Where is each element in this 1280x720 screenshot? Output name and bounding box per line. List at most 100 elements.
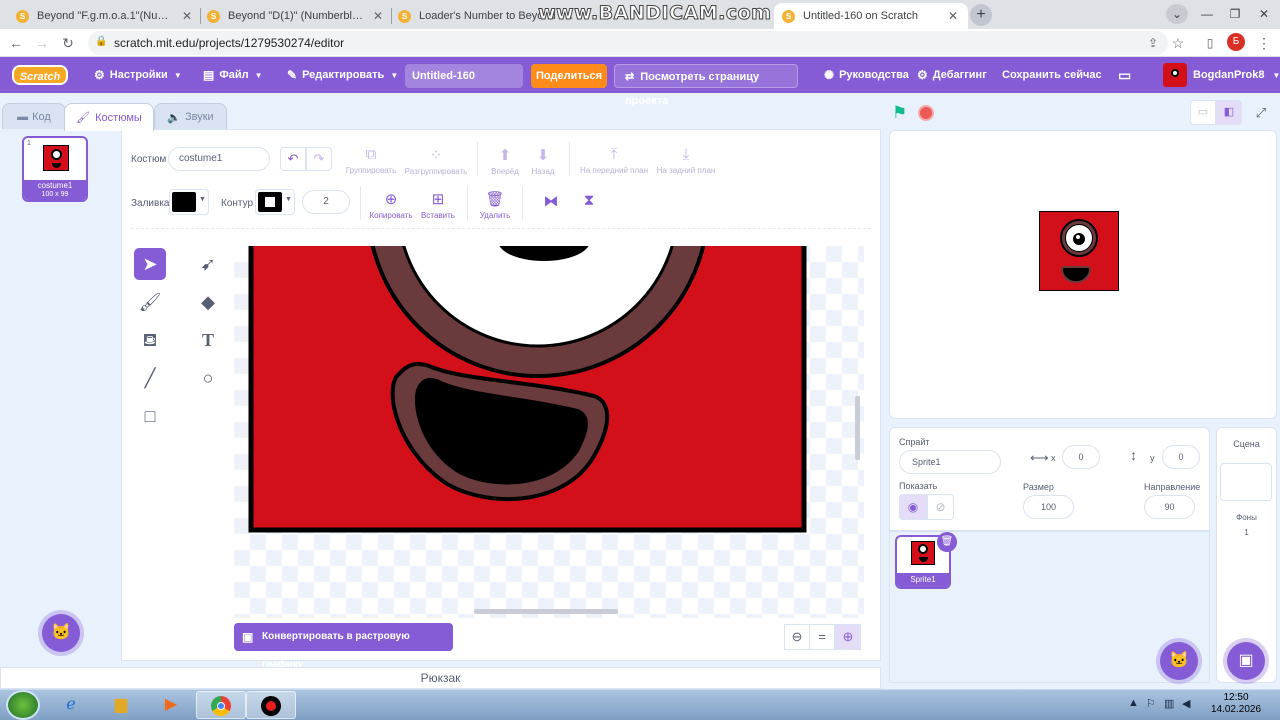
stage-sprite[interactable] [1039,211,1119,291]
send-to-back-button[interactable]: ⤓ На задний план [654,146,718,175]
edit-menu[interactable]: ✎ Редактировать ▼ [287,57,398,93]
chrome-icon[interactable] [196,691,246,719]
back-icon[interactable]: ← [6,33,26,53]
circle-tool[interactable]: ○ [192,362,224,394]
horizontal-scrollbar[interactable] [474,609,618,614]
outline-width-input[interactable]: 2 [302,190,350,214]
ungroup-button[interactable]: ⁘ Разгруппировать [402,146,470,176]
scratch-logo[interactable]: Scratch [12,65,68,85]
media-player-icon[interactable]: ▶ [146,691,196,719]
side-panel-icon[interactable]: ▯ [1200,33,1220,53]
account-menu[interactable]: BogdanProk8 ▼ [1163,57,1280,93]
bookmark-star-icon[interactable]: ☆ [1168,33,1188,53]
fill-tool[interactable]: ⛾ [134,324,166,356]
internet-explorer-icon[interactable]: ℯ [46,691,96,719]
taskbar-clock[interactable]: 12:50 14.02.2026 [1208,692,1264,716]
tab-search-icon[interactable]: ⌄ [1166,4,1188,24]
debugging-menu[interactable]: ⚙ Дебаггинг [917,57,987,93]
zoom-reset-button[interactable]: = [809,624,835,650]
tray-flag-icon[interactable]: ⚐ [1146,697,1156,710]
settings-menu[interactable]: ⚙ Настройки ▼ [94,57,182,93]
share-page-icon[interactable]: ⇪ [1143,33,1163,53]
green-flag-icon[interactable]: ⚑ [892,103,907,123]
sprite-name-input[interactable]: Sprite1 [899,450,1001,474]
zoom-in-button[interactable]: ⊕ [835,624,861,650]
choose-costume-button[interactable]: 🐱 [42,614,80,652]
paste-button[interactable]: ⊞ Вставить [416,190,460,220]
share-button[interactable]: Поделиться [531,64,607,88]
text-tool[interactable]: T [192,324,224,356]
save-now-link[interactable]: Сохранить сейчас [1002,57,1102,93]
select-tool[interactable]: ➤ [134,248,166,280]
flip-horizontal-button[interactable]: ⧓ [538,192,564,213]
copy-button[interactable]: ⊕ Копировать [366,190,416,220]
profile-avatar[interactable]: Б [1227,33,1245,51]
outline-color-picker[interactable]: ▼ [255,189,295,215]
tutorials-menu[interactable]: ✺ Руководства [824,57,909,93]
tray-volume-icon[interactable]: ◀ [1182,697,1190,710]
see-project-page-button[interactable]: ⇄ Посмотреть страницу проекта [614,64,798,107]
stage[interactable] [889,130,1277,419]
undo-button[interactable]: ↶ [280,147,306,171]
line-tool[interactable]: ╱ [134,362,166,394]
zoom-out-button[interactable]: ⊖ [784,624,810,650]
backpack-bar[interactable]: Рюкзак [0,667,881,689]
convert-to-bitmap-button[interactable]: ▣ Конвертировать в растровую графику [234,623,453,670]
flip-vertical-button[interactable]: ⧗ [576,192,602,212]
fill-color-picker[interactable]: ▼ [169,189,209,215]
size-input[interactable]: 100 [1023,495,1074,519]
new-tab-button[interactable]: + [970,4,992,26]
redo-button[interactable]: ↷ [306,147,332,171]
costume-tile[interactable]: 1 costume1 100 x 99 [22,136,88,202]
windows-start-button[interactable] [6,690,40,720]
tab-code[interactable]: ▬ Код [2,103,66,130]
eraser-tool[interactable]: ◆ [192,286,224,318]
bandicam-record-icon[interactable] [246,691,296,719]
fullscreen-icon[interactable]: ⤢ [1251,100,1271,125]
forward-icon[interactable]: → [32,33,52,53]
window-close-icon[interactable]: ✕ [1253,4,1275,24]
close-icon[interactable]: ✕ [946,9,960,23]
tab-sounds[interactable]: 🔈 Звуки [154,103,227,130]
browser-menu-icon[interactable]: ⋮ [1254,33,1274,53]
tab-costumes[interactable]: 🖌 Костюмы [64,103,154,131]
project-title-input[interactable]: Untitled-160 [405,64,523,88]
site-info-icon[interactable]: 🔒 [95,36,107,47]
reload-icon[interactable]: ↻ [58,33,78,53]
choose-sprite-button[interactable]: 🐱 [1160,642,1198,680]
group-button[interactable]: ⧉ Группировать [344,146,398,175]
costume-name-input[interactable]: costume1 [168,147,270,171]
browser-tab-active[interactable]: S Untitled-160 on Scratch ✕ [774,3,968,29]
tray-network-icon[interactable]: ▥ [1164,697,1174,710]
vertical-scrollbar[interactable] [855,396,860,460]
x-input[interactable]: 0 [1062,445,1100,469]
bring-to-front-button[interactable]: ⤒ На передний план [578,146,650,175]
maximize-icon[interactable]: ❐ [1224,4,1246,24]
backward-button[interactable]: ⬇ Назад [526,146,560,176]
minimize-icon[interactable]: — [1196,4,1218,24]
close-icon[interactable]: ✕ [371,9,385,23]
reshape-tool[interactable]: ➹ [192,248,224,280]
my-stuff-folder-icon[interactable]: ▭ [1118,57,1131,93]
rectangle-tool[interactable]: □ [134,400,166,432]
y-input[interactable]: 0 [1162,445,1200,469]
forward-button[interactable]: ⬆ Вперёд [488,146,522,176]
hide-sprite-button[interactable]: ⊘ [927,494,954,520]
stop-sign-icon[interactable] [918,105,934,121]
drawing-canvas[interactable] [234,246,864,618]
file-menu[interactable]: ▤ Файл ▼ [203,57,263,93]
browser-tab[interactable]: S Beyond "F.g.m.o.a.1"(Numberblocks ✕ [8,3,202,29]
direction-input[interactable]: 90 [1144,495,1195,519]
tray-arrow-icon[interactable]: ▲ [1128,697,1139,709]
small-stage-button[interactable]: ▭ [1190,100,1216,125]
brush-tool[interactable]: 🖌 [134,286,166,318]
normal-stage-button[interactable]: ◧ [1216,100,1242,125]
show-sprite-button[interactable]: ◉ [899,494,927,520]
url-field[interactable]: scratch.mit.edu/projects/1279530274/edit… [88,31,1168,55]
delete-button[interactable]: 🗑 Удалить [475,190,515,220]
file-explorer-icon[interactable]: ▆ [96,691,146,719]
delete-sprite-button[interactable]: 🗑 [937,532,957,552]
browser-tab[interactable]: S Beyond "D(1)" (Numberblock ori ✕ [199,3,393,29]
close-icon[interactable]: ✕ [180,9,194,23]
choose-backdrop-button[interactable]: ▣ [1227,642,1265,680]
